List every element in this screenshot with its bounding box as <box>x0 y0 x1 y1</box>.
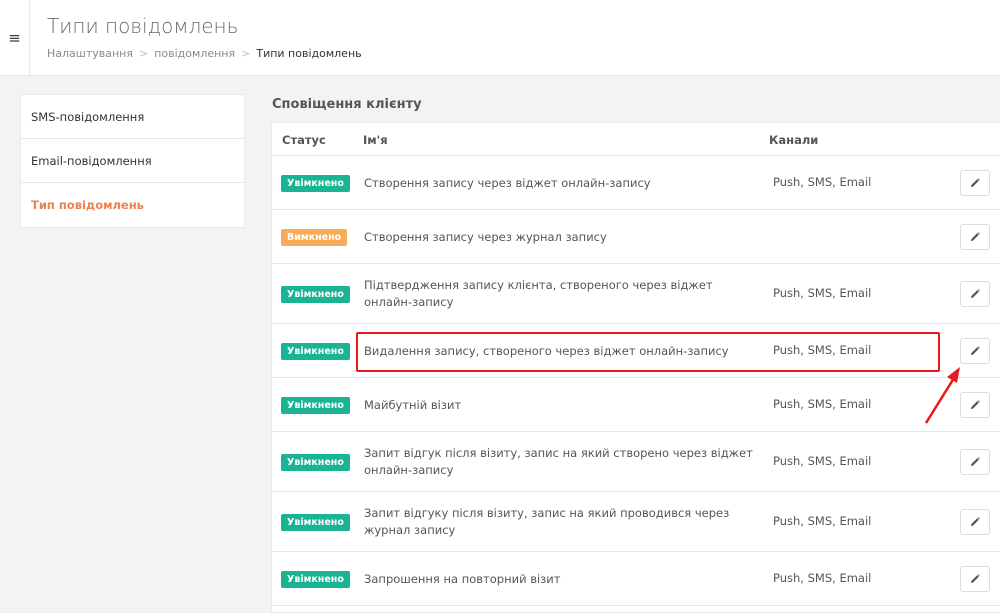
breadcrumb-link-settings[interactable]: Налаштування <box>47 47 133 60</box>
edit-button[interactable] <box>960 509 990 535</box>
notification-name: Створення запису через журнал запису <box>364 230 607 244</box>
status-badge[interactable]: Увімкнено <box>281 397 350 414</box>
breadcrumb-separator: > <box>139 47 149 60</box>
status-badge[interactable]: Увімкнено <box>281 175 350 192</box>
table-row: Увімкнено Підтвердження запису клієнта, с… <box>272 264 1000 324</box>
table-header: Статус Ім'я Канали <box>272 123 1000 156</box>
pencil-icon <box>969 342 981 361</box>
notification-name: Запрошення на повторний візит <box>364 572 561 586</box>
notification-channels: Push, SMS, Email <box>773 514 872 528</box>
pencil-icon <box>969 513 981 532</box>
notification-name: Запит відгуку після візиту, запис на яки… <box>364 506 730 537</box>
status-badge[interactable]: Вимкнено <box>281 229 348 246</box>
notification-channels: Push, SMS, Email <box>773 571 872 585</box>
breadcrumb-current: Типи повідомлень <box>256 47 362 60</box>
edit-button[interactable] <box>960 338 990 364</box>
edit-button[interactable] <box>960 170 990 196</box>
notification-name: Підтвердження запису клієнта, створеного… <box>364 278 713 309</box>
pencil-icon <box>969 174 981 193</box>
notification-channels: Push, SMS, Email <box>773 454 872 468</box>
edit-button[interactable] <box>960 566 990 592</box>
breadcrumb-link-notifications[interactable]: повідомлення <box>154 47 235 60</box>
pencil-icon <box>969 570 981 589</box>
settings-sidebar: SMS-повідомлення Email-повідомлення Тип … <box>20 94 245 228</box>
hamburger-menu-icon[interactable]: ≡ <box>0 0 30 76</box>
breadcrumb: Налаштування > повідомлення > Типи повід… <box>47 47 362 60</box>
edit-button[interactable] <box>960 281 990 307</box>
status-badge[interactable]: Увімкнено <box>281 454 350 471</box>
edit-button[interactable] <box>960 392 990 418</box>
table-row: Увімкнено Запрошення на повторний візит Pu… <box>272 552 1000 606</box>
table-row: Увімкнено Майбутній візит Push, SMS, Email <box>272 378 1000 432</box>
edit-button[interactable] <box>960 224 990 250</box>
status-badge[interactable]: Увімкнено <box>281 343 350 360</box>
sidebar-item-sms[interactable]: SMS-повідомлення <box>21 95 244 139</box>
page-title: Типи повідомлень <box>47 14 239 38</box>
notification-name: Майбутній візит <box>364 398 462 412</box>
status-badge[interactable]: Увімкнено <box>281 514 350 531</box>
notification-name: Створення запису через віджет онлайн-зап… <box>364 176 651 190</box>
edit-button[interactable] <box>960 449 990 475</box>
notification-name: Запит відгук після візиту, запис на який… <box>364 446 753 477</box>
page-header: ≡ Типи повідомлень Налаштування > повідо… <box>0 0 1000 76</box>
notification-channels: Push, SMS, Email <box>773 175 872 189</box>
table-row: Увімкнено Створення запису через віджет о… <box>272 156 1000 210</box>
table-row: Вимкнено Створення запису через журнал за… <box>272 210 1000 264</box>
pencil-icon <box>969 285 981 304</box>
pencil-icon <box>969 396 981 415</box>
pencil-icon <box>969 453 981 472</box>
column-header-name: Ім'я <box>363 133 388 147</box>
status-badge[interactable]: Увімкнено <box>281 571 350 588</box>
section-title: Сповіщення клієнту <box>272 97 422 112</box>
notification-channels: Push, SMS, Email <box>773 286 872 300</box>
sidebar-item-email[interactable]: Email-повідомлення <box>21 139 244 183</box>
status-badge[interactable]: Увімкнено <box>281 286 350 303</box>
sidebar-item-notification-types[interactable]: Тип повідомлень <box>21 183 244 227</box>
breadcrumb-separator: > <box>241 47 251 60</box>
notification-channels: Push, SMS, Email <box>773 397 872 411</box>
column-header-status: Статус <box>282 133 326 147</box>
column-header-channels: Канали <box>769 133 819 147</box>
annotation-highlight-box <box>356 332 940 372</box>
pencil-icon <box>969 228 981 247</box>
table-row: Увімкнено Запит відгук після візиту, запи… <box>272 432 1000 492</box>
table-row: Увімкнено Запит відгуку після візиту, зап… <box>272 492 1000 552</box>
